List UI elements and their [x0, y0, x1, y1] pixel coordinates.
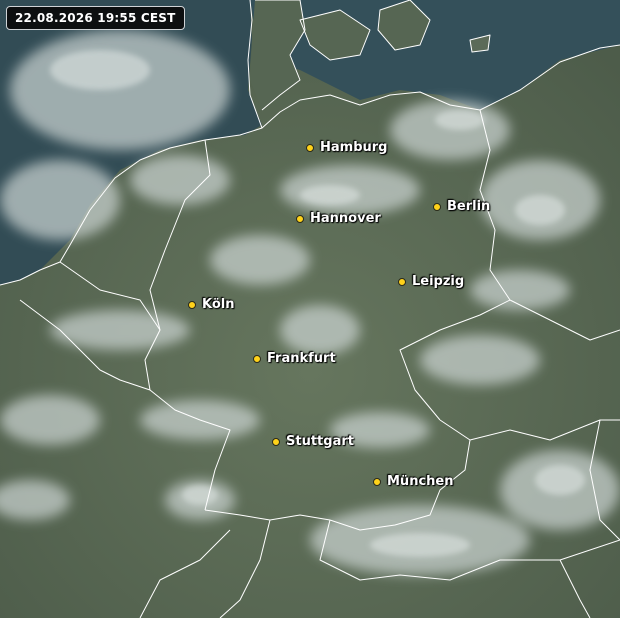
city-label: Hannover — [310, 211, 381, 226]
city-marker-berlin[interactable]: Berlin — [433, 199, 490, 214]
city-marker-koeln[interactable]: Köln — [188, 297, 235, 312]
city-label: Hamburg — [320, 140, 388, 155]
city-label: Köln — [202, 297, 235, 312]
city-label: Stuttgart — [286, 434, 354, 449]
city-label: München — [387, 474, 454, 489]
city-marker-muenchen[interactable]: München — [373, 474, 453, 489]
city-dot-icon — [306, 143, 314, 152]
city-dot-icon — [296, 214, 304, 223]
map-canvas — [0, 0, 620, 618]
city-marker-hamburg[interactable]: Hamburg — [306, 140, 387, 155]
city-marker-leipzig[interactable]: Leipzig — [398, 274, 464, 289]
city-dot-icon — [272, 437, 280, 446]
city-dot-icon — [373, 477, 381, 486]
city-dot-icon — [398, 277, 406, 286]
city-marker-hannover[interactable]: Hannover — [296, 211, 381, 226]
city-dot-icon — [253, 354, 261, 363]
city-dot-icon — [433, 202, 441, 211]
city-marker-frankfurt[interactable]: Frankfurt — [253, 351, 336, 366]
timestamp-badge: 22.08.2026 19:55 CEST — [6, 6, 185, 30]
city-label: Leipzig — [412, 274, 465, 289]
city-marker-stuttgart[interactable]: Stuttgart — [272, 434, 354, 449]
satellite-map[interactable]: 22.08.2026 19:55 CEST Hamburg Hannover B… — [0, 0, 620, 618]
city-label: Berlin — [447, 199, 491, 214]
city-dot-icon — [188, 300, 196, 309]
city-label: Frankfurt — [267, 351, 336, 366]
